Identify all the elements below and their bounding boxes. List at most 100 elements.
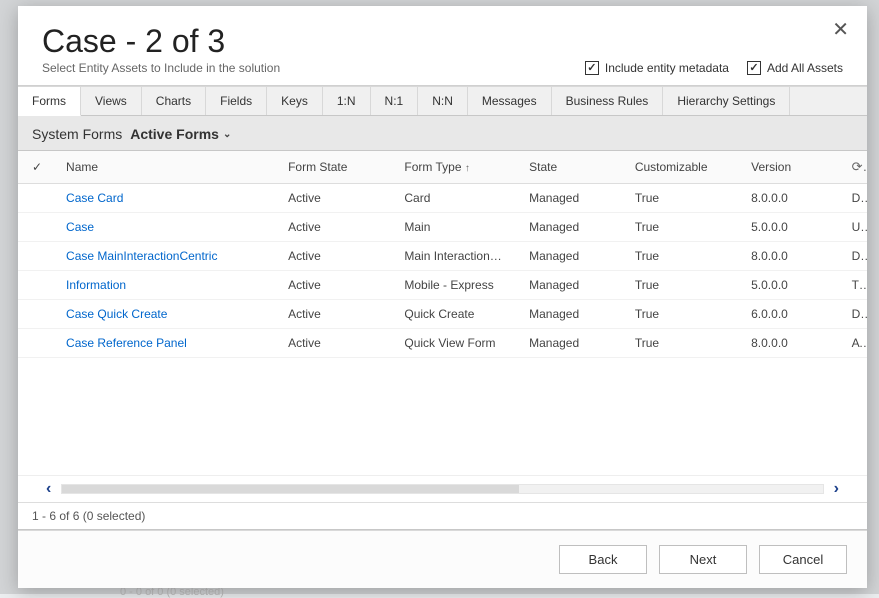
row-state: Managed: [519, 271, 625, 300]
back-button[interactable]: Back: [559, 545, 647, 574]
row-customizable: True: [625, 242, 741, 271]
tab-business-rules[interactable]: Business Rules: [552, 87, 664, 115]
row-customizable: True: [625, 213, 741, 242]
col-form-type-header[interactable]: Form Type ↑: [394, 151, 519, 184]
view-filter-dropdown[interactable]: Active Forms ⌄: [130, 126, 231, 142]
row-form-type: Main: [394, 213, 519, 242]
view-group-label: System Forms: [32, 126, 122, 142]
add-all-assets-label: Add All Assets: [767, 61, 843, 75]
row-form-state: Active: [278, 300, 394, 329]
row-version: 6.0.0.0: [741, 300, 841, 329]
modal-footer: Back Next Cancel: [18, 530, 867, 588]
refresh-icon[interactable]: ⟳: [842, 151, 867, 184]
checkbox-icon: [585, 61, 599, 75]
select-all-checkbox[interactable]: ✓: [18, 151, 56, 184]
row-version: 5.0.0.0: [741, 213, 841, 242]
tab-hierarchy[interactable]: Hierarchy Settings: [663, 87, 790, 115]
row-form-type: Main Interaction…: [394, 242, 519, 271]
forms-grid: ✓ Name Form State Form Type ↑ State Cust…: [18, 150, 867, 530]
row-customizable: True: [625, 271, 741, 300]
chevron-down-icon: ⌄: [223, 129, 231, 140]
row-version: 8.0.0.0: [741, 242, 841, 271]
next-button[interactable]: Next: [659, 545, 747, 574]
row-name-link[interactable]: Information: [56, 271, 278, 300]
table-row[interactable]: CaseActiveMainManagedTrue5.0.0.0Upd: [18, 213, 867, 242]
row-form-type: Mobile - Express: [394, 271, 519, 300]
close-icon[interactable]: ✕: [832, 20, 849, 40]
col-name-header[interactable]: Name: [56, 151, 278, 184]
col-customizable-header[interactable]: Customizable: [625, 151, 741, 184]
checkbox-icon: [747, 61, 761, 75]
col-form-type-label: Form Type: [404, 160, 461, 174]
tab-rel-nn[interactable]: N:N: [418, 87, 468, 115]
grid-status-text: 1 - 6 of 6 (0 selected): [18, 502, 867, 529]
row-form-state: Active: [278, 213, 394, 242]
add-all-assets-checkbox[interactable]: Add All Assets: [747, 61, 843, 75]
tab-forms[interactable]: Forms: [18, 87, 81, 116]
tab-views[interactable]: Views: [81, 87, 142, 115]
row-name-link[interactable]: Case Reference Panel: [56, 329, 278, 358]
row-state: Managed: [519, 329, 625, 358]
tab-fields[interactable]: Fields: [206, 87, 267, 115]
sort-asc-icon: ↑: [465, 163, 470, 174]
row-form-type: Quick View Form: [394, 329, 519, 358]
row-state: Managed: [519, 300, 625, 329]
scroll-right-icon[interactable]: ›: [834, 480, 839, 498]
row-name-link[interactable]: Case MainInteractionCentric: [56, 242, 278, 271]
row-customizable: True: [625, 184, 741, 213]
row-description: Def: [842, 300, 867, 329]
row-name-link[interactable]: Case: [56, 213, 278, 242]
row-description: This: [842, 271, 867, 300]
tab-keys[interactable]: Keys: [267, 87, 323, 115]
row-checkbox[interactable]: [18, 271, 56, 300]
row-customizable: True: [625, 300, 741, 329]
row-state: Managed: [519, 242, 625, 271]
row-customizable: True: [625, 329, 741, 358]
tab-rel-n1[interactable]: N:1: [371, 87, 419, 115]
solution-wizard-modal: ✕ Case - 2 of 3 Select Entity Assets to …: [18, 6, 867, 588]
col-form-state-header[interactable]: Form State: [278, 151, 394, 184]
col-state-header[interactable]: State: [519, 151, 625, 184]
include-entity-metadata-checkbox[interactable]: Include entity metadata: [585, 61, 729, 75]
row-form-state: Active: [278, 242, 394, 271]
row-version: 8.0.0.0: [741, 184, 841, 213]
cancel-button[interactable]: Cancel: [759, 545, 847, 574]
modal-body: System Forms Active Forms ⌄: [18, 116, 867, 530]
row-form-state: Active: [278, 329, 394, 358]
tab-messages[interactable]: Messages: [468, 87, 552, 115]
row-description: Upd: [842, 213, 867, 242]
row-state: Managed: [519, 184, 625, 213]
table-row[interactable]: Case CardActiveCardManagedTrue8.0.0.0Def: [18, 184, 867, 213]
scrollbar-thumb[interactable]: [62, 485, 518, 493]
view-selector-row: System Forms Active Forms ⌄: [18, 116, 867, 150]
row-description: Def: [842, 184, 867, 213]
row-form-type: Card: [394, 184, 519, 213]
row-name-link[interactable]: Case Card: [56, 184, 278, 213]
table-row[interactable]: Case Reference PanelActiveQuick View For…: [18, 329, 867, 358]
row-checkbox[interactable]: [18, 300, 56, 329]
table-row[interactable]: Case MainInteractionCentricActiveMain In…: [18, 242, 867, 271]
view-filter-label: Active Forms: [130, 126, 219, 142]
table-row[interactable]: Case Quick CreateActiveQuick CreateManag…: [18, 300, 867, 329]
entity-assets-tabs: FormsViewsChartsFieldsKeys1:NN:1N:NMessa…: [18, 86, 867, 116]
col-version-header[interactable]: Version: [741, 151, 841, 184]
row-version: 8.0.0.0: [741, 329, 841, 358]
row-checkbox[interactable]: [18, 242, 56, 271]
row-form-state: Active: [278, 271, 394, 300]
scrollbar-track[interactable]: [61, 484, 823, 494]
scroll-left-icon[interactable]: ‹: [46, 480, 51, 498]
tab-rel-1n[interactable]: 1:N: [323, 87, 371, 115]
row-checkbox[interactable]: [18, 329, 56, 358]
row-state: Managed: [519, 213, 625, 242]
row-checkbox[interactable]: [18, 184, 56, 213]
page-title: Case - 2 of 3: [42, 24, 843, 59]
row-description: A fo: [842, 329, 867, 358]
row-name-link[interactable]: Case Quick Create: [56, 300, 278, 329]
row-version: 5.0.0.0: [741, 271, 841, 300]
row-checkbox[interactable]: [18, 213, 56, 242]
row-form-state: Active: [278, 184, 394, 213]
table-row[interactable]: InformationActiveMobile - ExpressManaged…: [18, 271, 867, 300]
page-subtitle: Select Entity Assets to Include in the s…: [42, 61, 280, 75]
grid-horizontal-scrollbar: ‹ ›: [18, 475, 867, 502]
tab-charts[interactable]: Charts: [142, 87, 206, 115]
